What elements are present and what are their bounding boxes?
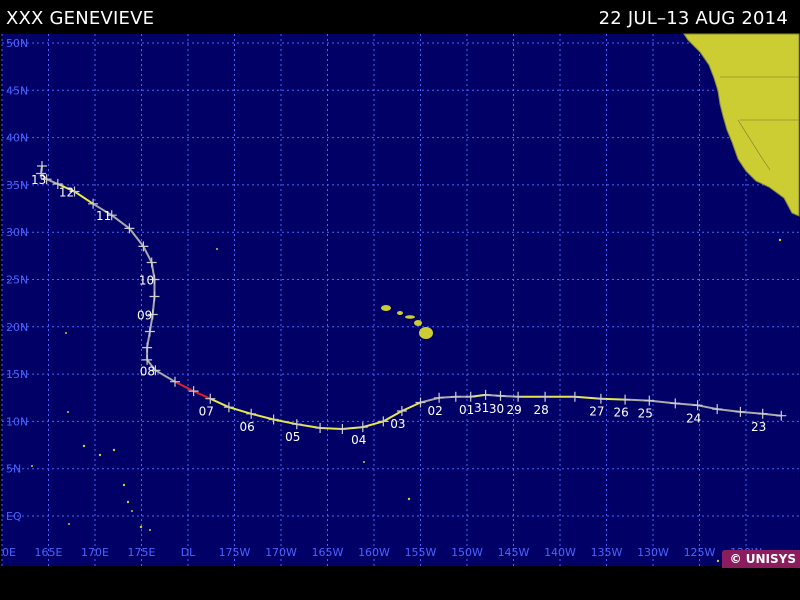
- day-label: 30: [489, 402, 504, 416]
- atoll-dot: [98, 453, 102, 457]
- atoll-dot: [149, 529, 151, 531]
- longitude-label: 175W: [219, 546, 251, 559]
- atoll-dot: [67, 411, 69, 413]
- day-label: 23: [751, 420, 766, 434]
- latitude-label: 15N: [6, 368, 28, 381]
- atoll-dot: [216, 248, 218, 250]
- longitude-label: 160W: [358, 546, 390, 559]
- latitude-label: 35N: [6, 179, 28, 192]
- atoll-dot: [65, 332, 67, 334]
- atoll-dot: [122, 483, 126, 487]
- longitude-label: 125W: [684, 546, 716, 559]
- day-label: 31: [474, 401, 489, 415]
- day-label: 03: [390, 417, 405, 431]
- longitude-label: 165E: [35, 546, 63, 559]
- day-label: 09: [137, 309, 152, 323]
- day-label: 28: [533, 403, 548, 417]
- day-label: 24: [686, 411, 701, 425]
- hawaii-oahu-island: [397, 311, 403, 315]
- hawaii-molokai-island: [405, 315, 415, 319]
- latitude-label: 10N: [6, 415, 28, 428]
- longitude-label: DL: [181, 546, 196, 559]
- atoll-dot: [112, 448, 116, 452]
- longitude-label: 170E: [81, 546, 109, 559]
- latitude-label: 50N: [6, 37, 28, 50]
- longitude-label: 170W: [265, 546, 297, 559]
- latitude-label: 25N: [6, 274, 28, 287]
- latitude-label: 40N: [6, 132, 28, 145]
- day-label: 12: [59, 186, 74, 200]
- latitude-label: 45N: [6, 84, 28, 97]
- atoll-dot: [716, 559, 720, 563]
- day-label: 10: [139, 274, 154, 288]
- longitude-label: 145W: [498, 546, 530, 559]
- longitude-label: 175E: [128, 546, 156, 559]
- day-label: 08: [140, 364, 155, 378]
- atoll-dot: [68, 523, 70, 525]
- longitude-label: 135W: [591, 546, 623, 559]
- longitude-label: 0E: [2, 546, 16, 559]
- atoll-dot: [407, 497, 411, 501]
- day-label: 11: [96, 209, 111, 223]
- day-label: 06: [240, 420, 255, 434]
- day-label: 07: [199, 405, 214, 419]
- atoll-dot: [778, 238, 782, 242]
- day-label: 26: [613, 406, 628, 420]
- day-label: 02: [427, 404, 442, 418]
- atoll-dot: [31, 465, 33, 467]
- unisys-watermark: © UNISYS: [721, 550, 800, 568]
- day-label: 13: [31, 173, 46, 187]
- latitude-label: EQ: [6, 510, 22, 523]
- atoll-dot: [363, 461, 365, 463]
- day-label: 29: [506, 403, 521, 417]
- atoll-dot: [131, 510, 133, 512]
- day-label: 25: [638, 407, 653, 421]
- latitude-label: 5N: [6, 463, 21, 476]
- longitude-label: 155W: [405, 546, 437, 559]
- map-canvas: 50N 45N 40N 35N 30N 25N 20N 15N 10N 5N EQ 0E 165E 17…: [1, 33, 800, 566]
- latitude-label: 20N: [6, 321, 28, 334]
- hawaii-big-island: [419, 327, 433, 339]
- longitude-label: 150W: [451, 546, 483, 559]
- day-label: 05: [285, 430, 300, 444]
- day-label: 27: [589, 405, 604, 419]
- longitude-label: 140W: [544, 546, 576, 559]
- day-label: 04: [351, 433, 366, 447]
- atoll-dot: [126, 500, 130, 504]
- longitude-label: 130W: [637, 546, 669, 559]
- storm-track-map: XXX GENEVIEVE 22 JUL–13 AUG 2014 50N 45N…: [0, 0, 800, 600]
- atoll-dot: [139, 525, 143, 529]
- footer-bar: [0, 568, 800, 600]
- hawaii-kauai-island: [381, 305, 391, 311]
- longitude-label: 165W: [312, 546, 344, 559]
- ocean-background: [2, 34, 799, 566]
- latitude-label: 30N: [6, 226, 28, 239]
- atoll-dot: [82, 444, 86, 448]
- day-label: 01: [459, 403, 474, 417]
- hawaii-maui-island: [414, 320, 422, 326]
